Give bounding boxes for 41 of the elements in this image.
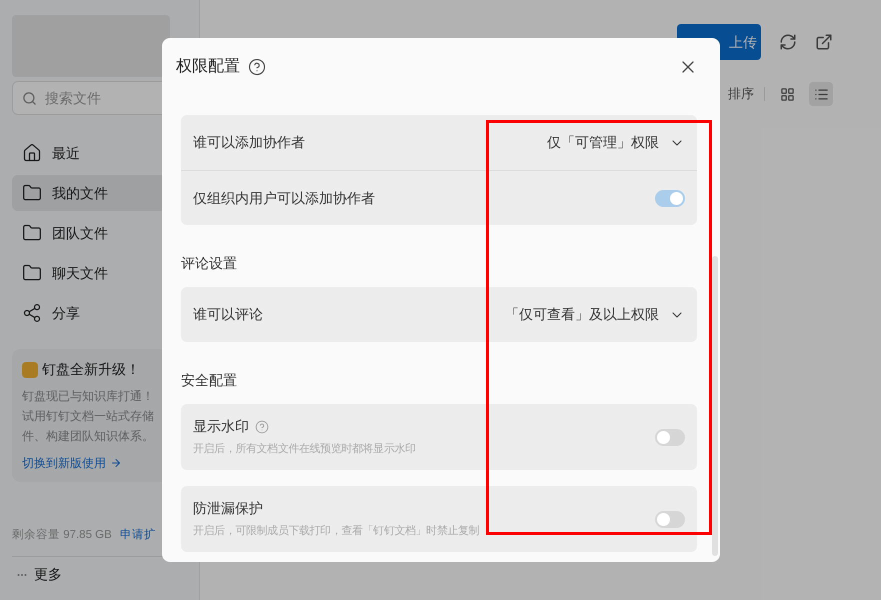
promo-text: 件、构建团队知识体系。	[22, 428, 155, 445]
permission-select[interactable]: 「仅可查看」及以上权限	[505, 304, 685, 325]
scrollbar[interactable]	[712, 256, 718, 556]
help-icon[interactable]	[248, 58, 266, 76]
sort-button[interactable]: 排序	[728, 84, 754, 104]
nav-item[interactable]: 分享	[12, 295, 187, 331]
toggle-switch[interactable]	[655, 510, 685, 528]
party-icon	[22, 362, 38, 378]
refresh-icon[interactable]	[779, 33, 797, 51]
promo-text: 试用钉钉文档一站式存储	[22, 408, 155, 425]
promo-title: 钉盘全新升级！	[42, 360, 140, 379]
list-icon	[814, 86, 828, 102]
search-icon	[22, 91, 37, 106]
dialog-title: 权限配置	[176, 57, 240, 77]
expand-storage-link[interactable]: 申请扩	[120, 526, 156, 544]
storage-text: 剩余容量 97.85 GB	[12, 527, 112, 543]
section-title: 评论设置	[181, 254, 238, 273]
toggle-switch[interactable]	[655, 428, 685, 446]
permission-select[interactable]: 仅「可管理」权限	[547, 132, 685, 153]
folder-icon	[22, 223, 42, 243]
folder-icon	[22, 263, 42, 283]
grid-icon	[780, 86, 794, 102]
setting-description: 开启后，所有文档文件在线预览时都将显示水印	[193, 442, 416, 458]
setting-label: 谁可以评论	[193, 305, 263, 324]
toggle-switch[interactable]	[655, 190, 685, 206]
section-title: 安全配置	[181, 371, 238, 390]
promo-text: 钉盘现已与知识库打通！	[22, 388, 155, 405]
more-item[interactable]: 更多	[34, 564, 62, 585]
list-view-button[interactable]	[809, 82, 833, 106]
setting-label: 谁可以添加协作者	[193, 133, 305, 152]
setting-label: 防泄漏保护	[193, 499, 263, 518]
home-icon	[22, 143, 42, 163]
setting-label: 仅组织内用户可以添加协作者	[193, 188, 375, 208]
setting-label: 显示水印	[193, 417, 249, 436]
window-icon[interactable]	[815, 33, 833, 51]
share-icon	[22, 303, 42, 323]
arrow-right-icon	[110, 457, 122, 469]
setting-description: 开启后，可限制成员下载打印，查看「钉钉文档」时禁止复制	[193, 524, 480, 540]
nav-item[interactable]: 团队文件	[12, 215, 187, 251]
folder-icon	[22, 183, 42, 203]
nav-item[interactable]: 最近	[12, 135, 187, 171]
